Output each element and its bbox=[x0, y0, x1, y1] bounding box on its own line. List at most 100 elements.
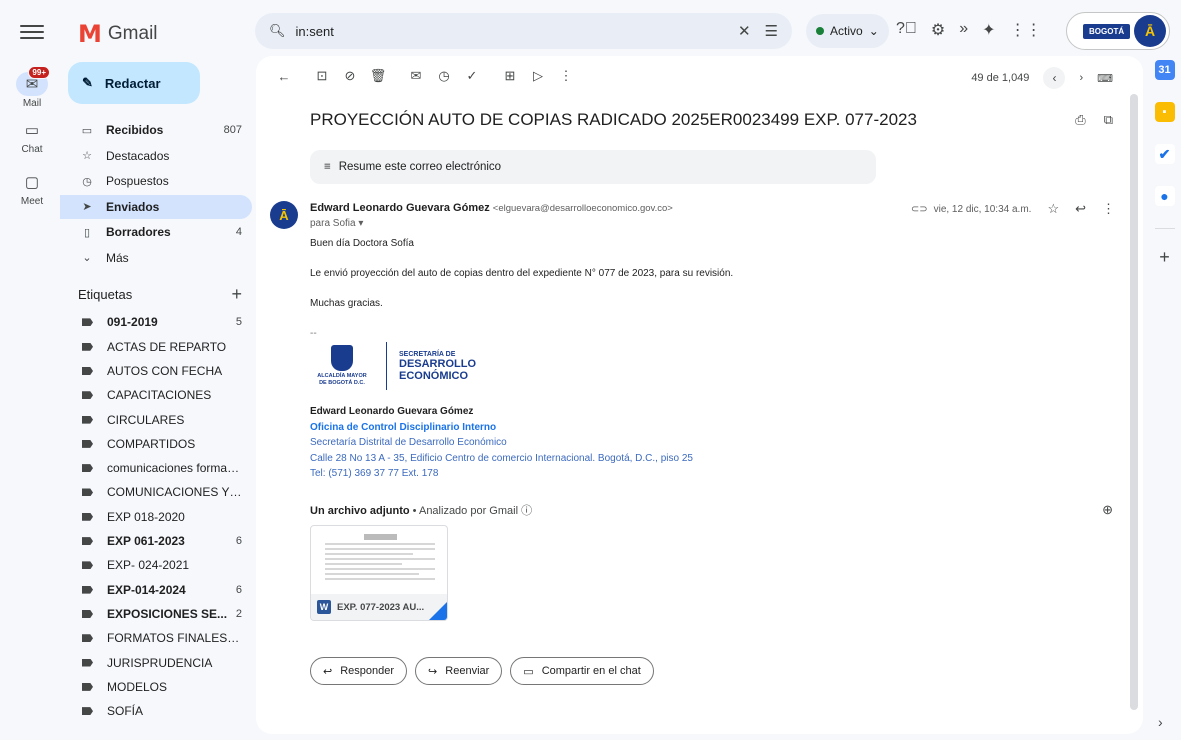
sender-avatar[interactable]: Ā bbox=[270, 201, 298, 229]
economico-text: ECONÓMICO bbox=[399, 369, 469, 382]
get-addons-icon[interactable]: + bbox=[1148, 247, 1181, 268]
app-name: Gmail bbox=[107, 23, 158, 44]
search-input[interactable]: in:sent bbox=[296, 24, 724, 39]
add-to-drive-icon[interactable]: ⊕ bbox=[1102, 502, 1113, 518]
scrollbar[interactable] bbox=[1130, 94, 1138, 710]
keyboard-icon[interactable]: ⌨ bbox=[1097, 72, 1113, 85]
search-icon[interactable]: 🔍︎ bbox=[269, 23, 286, 39]
label-item[interactable]: CAPACITACIONES bbox=[60, 384, 252, 407]
status-button[interactable]: Activo ⌄ bbox=[806, 14, 889, 48]
label-tag-icon bbox=[82, 464, 93, 473]
label-item[interactable]: comunicaciones formato... bbox=[60, 457, 252, 480]
reply-icon[interactable]: ↩ bbox=[1075, 201, 1086, 217]
add-task-icon[interactable]: ✓ bbox=[458, 68, 486, 84]
signature-office: Oficina de Control Disciplinario Interno bbox=[310, 421, 497, 433]
more-vert-icon[interactable]: ⋮ bbox=[1102, 201, 1115, 217]
rail-chat[interactable]: ▭ Chat bbox=[0, 118, 64, 155]
label-item[interactable]: EXP 018-2020 bbox=[60, 505, 252, 528]
open-new-window-icon[interactable]: ⧉ bbox=[1104, 112, 1113, 128]
nav-item-más[interactable]: ⌄ Más bbox=[60, 246, 252, 270]
sender-line: Edward Leonardo Guevara Gómez <elguevara… bbox=[310, 202, 673, 214]
gmail-logo[interactable]: M Gmail bbox=[78, 20, 158, 48]
label-icon[interactable]: ▷ bbox=[524, 68, 552, 84]
label-item-label: CAPACITACIONES bbox=[107, 388, 212, 403]
forward-button[interactable]: ↪ Reenviar bbox=[415, 657, 503, 685]
snooze-icon[interactable]: ◷ bbox=[430, 68, 458, 84]
chevron-right-icon[interactable]: › bbox=[1158, 714, 1163, 730]
keep-icon[interactable]: ▪ bbox=[1154, 102, 1175, 122]
recipient-dropdown[interactable]: para Sofia ▾ bbox=[310, 218, 363, 229]
nav-item-recibidos[interactable]: ▭ Recibidos 807 bbox=[60, 118, 252, 142]
print-icon[interactable]: ⎙ bbox=[1075, 112, 1085, 128]
label-item[interactable]: EXP-014-2024 6 bbox=[60, 578, 252, 601]
label-item[interactable]: 091-2019 5 bbox=[60, 311, 252, 334]
rail-meet[interactable]: ▢ Meet bbox=[0, 170, 64, 207]
label-item[interactable]: COMPARTIDOS bbox=[60, 432, 252, 455]
account-switcher[interactable]: BOGOTÁ Ā bbox=[1066, 12, 1170, 50]
calendar-icon[interactable]: 31 bbox=[1154, 60, 1175, 80]
add-label-icon[interactable]: + bbox=[231, 284, 242, 305]
body-greeting: Buen día Doctora Sofía bbox=[310, 238, 414, 249]
nav-item-borradores[interactable]: ▯ Borradores 4 bbox=[60, 220, 252, 244]
label-item[interactable]: EXP- 024-2021 bbox=[60, 554, 252, 577]
label-item-label: EXP 018-2020 bbox=[107, 509, 185, 524]
rail-mail[interactable]: ✉ 99+ Mail bbox=[0, 66, 64, 109]
search-bar[interactable]: 🔍︎ in:sent ✕ ☰ bbox=[255, 13, 792, 49]
subject-actions: ⎙ ⧉ bbox=[1075, 112, 1113, 128]
clear-search-icon[interactable]: ✕ bbox=[738, 22, 751, 40]
label-tag-icon bbox=[82, 439, 93, 448]
main-menu-icon[interactable] bbox=[20, 20, 44, 44]
label-item[interactable]: MODELOS bbox=[60, 675, 252, 698]
gemini-icon[interactable]: ✦ bbox=[982, 20, 995, 40]
signature-phone: Tel: (571) 369 37 77 Ext. 178 bbox=[310, 468, 439, 479]
help-icon[interactable]: ?⃝ bbox=[896, 20, 917, 40]
mark-unread-icon[interactable]: ✉ bbox=[402, 68, 430, 84]
share-chat-button[interactable]: ▭ Compartir en el chat bbox=[510, 657, 654, 685]
forward-icon: ↪ bbox=[428, 665, 438, 678]
label-item[interactable]: FORMATOS FINALES PR... bbox=[60, 627, 252, 650]
label-item[interactable]: SOFÍA bbox=[60, 700, 252, 723]
label-item[interactable]: EXPOSICIONES SE... 2 bbox=[60, 603, 252, 626]
next-message-icon[interactable]: › bbox=[1079, 72, 1083, 84]
tasks-icon[interactable]: ✔ bbox=[1154, 144, 1175, 164]
rail-mail-label: Mail bbox=[22, 98, 42, 109]
nav-item-pospuestos[interactable]: ◷ Pospuestos bbox=[60, 169, 252, 193]
archive-icon[interactable]: ⊡ bbox=[308, 68, 336, 84]
move-to-icon[interactable]: ⊞ bbox=[496, 68, 524, 84]
avatar[interactable]: Ā bbox=[1134, 15, 1166, 47]
prev-message-icon[interactable]: ‹ bbox=[1043, 67, 1066, 89]
attachment-card[interactable]: W EXP. 077-2023 AU... bbox=[310, 525, 448, 621]
compose-button[interactable]: ✎ Redactar bbox=[68, 62, 200, 104]
report-spam-icon[interactable]: ⊘ bbox=[336, 68, 364, 84]
star-icon[interactable]: ☆ bbox=[1047, 201, 1059, 217]
addon-icon[interactable]: » bbox=[959, 20, 968, 40]
label-item[interactable]: CIRCULARES bbox=[60, 408, 252, 431]
nav-item-destacados[interactable]: ☆ Destacados bbox=[60, 144, 252, 168]
summarize-button[interactable]: ≡ Resume este correo electrónico bbox=[310, 150, 876, 184]
search-options-icon[interactable]: ☰ bbox=[765, 22, 778, 40]
reply-button[interactable]: ↩ Responder bbox=[310, 657, 408, 685]
chat-icon: ▭ bbox=[523, 665, 534, 678]
summarize-icon: ≡ bbox=[324, 161, 331, 173]
label-tag-icon bbox=[82, 609, 93, 618]
attachments-scan-note: • Analizado por Gmail ⓘ bbox=[409, 505, 533, 517]
more-vert-icon[interactable]: ⋮ bbox=[552, 68, 580, 84]
nav-item-enviados[interactable]: ➤ Enviados bbox=[60, 194, 252, 219]
label-tag-icon bbox=[82, 342, 93, 351]
label-tag-icon bbox=[82, 634, 93, 643]
gear-icon[interactable]: ⚙ bbox=[931, 20, 945, 40]
label-tag-icon bbox=[82, 682, 93, 691]
label-item[interactable]: JURISPRUDENCIA bbox=[60, 651, 252, 674]
label-item[interactable]: ACTAS DE REPARTO bbox=[60, 335, 252, 358]
sender-name[interactable]: Edward Leonardo Guevara Gómez bbox=[310, 202, 490, 214]
trash-icon[interactable]: 🗑︎ bbox=[364, 68, 392, 84]
alcaldia-logo: ALCALDÍA MAYOR DE BOGOTÁ D.C. bbox=[310, 345, 374, 387]
label-item[interactable]: COMUNICACIONES Y/O ... bbox=[60, 481, 252, 504]
label-item[interactable]: AUTOS CON FECHA bbox=[60, 360, 252, 383]
label-item[interactable]: EXP 061-2023 6 bbox=[60, 530, 252, 553]
back-arrow-icon[interactable]: ← bbox=[270, 69, 298, 84]
apps-grid-icon[interactable]: ⋮⋮ bbox=[1010, 20, 1042, 40]
message-meta: ⊂⊃ vie, 12 dic, 10:34 a.m. ☆ ↩ ⋮ bbox=[911, 201, 1115, 217]
secretaria-text: SECRETARÍA DE bbox=[399, 350, 456, 358]
contacts-icon[interactable]: ● bbox=[1154, 186, 1175, 206]
